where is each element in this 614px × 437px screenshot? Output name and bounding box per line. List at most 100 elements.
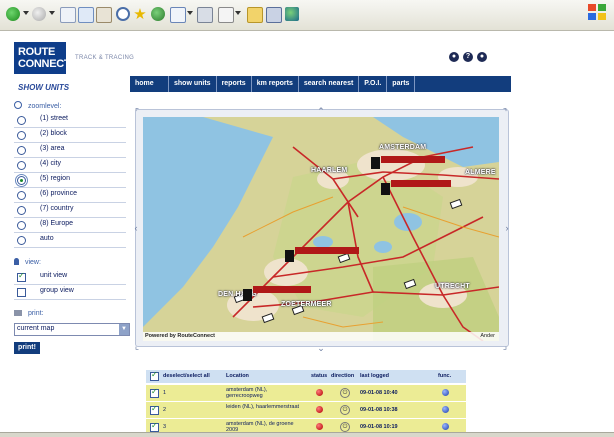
view-option[interactable]: unit view xyxy=(14,270,126,285)
vehicle-marker[interactable] xyxy=(381,183,390,195)
print-icon[interactable] xyxy=(197,7,213,23)
view-label: view: xyxy=(24,259,41,266)
folder-icon[interactable] xyxy=(247,7,263,23)
print-button[interactable]: print! xyxy=(14,342,40,354)
row-location: leiden (NL), haarlemmerstraat xyxy=(226,404,300,410)
edit-icon[interactable] xyxy=(218,7,234,23)
function-icon[interactable] xyxy=(442,406,449,413)
zoom-radio[interactable] xyxy=(17,161,26,170)
zoom-radio[interactable] xyxy=(15,174,28,187)
header-settings-icon[interactable]: ● xyxy=(449,52,459,62)
zoom-option[interactable]: auto xyxy=(14,233,126,248)
row-number: 3 xyxy=(163,424,167,430)
print-select[interactable]: current map ▼ xyxy=(14,323,130,336)
zoom-radio[interactable] xyxy=(17,206,26,215)
stop-icon[interactable] xyxy=(60,7,76,23)
favorites-icon[interactable]: ★ xyxy=(133,7,147,22)
zoom-option-label: (3) area xyxy=(40,145,65,152)
zoom-option[interactable]: (3) area xyxy=(14,143,126,158)
home-icon[interactable] xyxy=(96,7,112,23)
nav-item-show-units[interactable]: show units xyxy=(169,76,217,92)
history-icon[interactable] xyxy=(151,7,165,21)
header-last-logged: last logged xyxy=(360,373,390,379)
pan-downleft-icon[interactable]: ⌞ xyxy=(133,342,141,351)
zoom-option[interactable]: (2) block xyxy=(14,128,126,143)
zoom-radio[interactable] xyxy=(17,191,26,200)
research-icon[interactable] xyxy=(266,7,282,23)
logo-line-1: ROUTE xyxy=(18,46,56,58)
route-connect-logo[interactable]: ROUTE CONNECT xyxy=(14,42,71,74)
view-checkbox[interactable] xyxy=(17,288,26,297)
row-checkbox[interactable] xyxy=(150,404,159,415)
vehicle-label[interactable] xyxy=(253,286,311,293)
function-icon[interactable] xyxy=(442,389,449,396)
zoom-radio[interactable] xyxy=(17,221,26,230)
zoom-radio[interactable] xyxy=(17,116,26,125)
header-help-icon[interactable]: ? xyxy=(463,52,473,62)
table-row[interactable]: 2 leiden (NL), haarlemmerstraat ⏻ 09-01-08 … xyxy=(146,401,466,418)
select-all-checkbox[interactable] xyxy=(150,370,159,381)
function-icon[interactable] xyxy=(442,423,449,430)
pan-right-icon[interactable]: › xyxy=(503,224,511,233)
pan-up-icon[interactable]: ⌃ xyxy=(317,107,325,116)
zoom-option[interactable]: (4) city xyxy=(14,158,126,173)
vehicle-label[interactable] xyxy=(295,247,359,254)
zoom-radio[interactable] xyxy=(17,131,26,140)
pan-left-icon[interactable]: ‹ xyxy=(132,224,140,233)
zoom-option-label: (7) country xyxy=(40,205,74,212)
pan-upleft-icon[interactable]: ⌜ xyxy=(133,108,141,117)
print-label: print: xyxy=(27,310,44,317)
view-option[interactable]: group view xyxy=(14,285,126,300)
nav-item-p-o-i[interactable]: P.O.I. xyxy=(359,76,388,92)
view-heading: view: xyxy=(14,258,41,266)
nav-item-search-nearest[interactable]: search nearest xyxy=(299,76,360,92)
zoom-option[interactable]: (1) street xyxy=(14,113,126,128)
forward-dropdown-icon[interactable] xyxy=(49,11,55,15)
zoom-radio[interactable] xyxy=(17,236,26,245)
view-checkbox[interactable] xyxy=(17,271,26,282)
back-dropdown-icon[interactable] xyxy=(23,11,29,15)
edit-dropdown-icon[interactable] xyxy=(235,11,241,15)
print-select-value: current map xyxy=(17,325,55,332)
zoom-option-label: (8) Europe xyxy=(40,220,74,227)
vehicle-marker[interactable] xyxy=(243,289,252,301)
back-icon[interactable] xyxy=(6,7,20,21)
vehicle-marker[interactable] xyxy=(371,157,380,169)
pan-down-icon[interactable]: ⌄ xyxy=(317,344,325,353)
header-select[interactable]: deselect/select all xyxy=(163,373,210,379)
zoom-option[interactable]: (8) Europe xyxy=(14,218,126,233)
zoom-option[interactable]: (6) province xyxy=(14,188,126,203)
chevron-down-icon[interactable]: ▼ xyxy=(119,324,129,335)
header-logout-icon[interactable]: ● xyxy=(477,52,487,62)
pan-upright-icon[interactable]: ⌝ xyxy=(501,108,509,117)
vehicle-marker[interactable] xyxy=(285,250,294,262)
tagline: TRACK & TRACING xyxy=(75,55,135,61)
nav-item-parts[interactable]: parts xyxy=(387,76,416,92)
messenger-icon[interactable] xyxy=(285,7,299,21)
zoom-option[interactable]: (7) country xyxy=(14,203,126,218)
map-view[interactable]: AMSTERDAM ALMERE HAARLEM DEN HAAG ZOETERMEER… xyxy=(143,117,499,341)
mail-icon[interactable] xyxy=(170,7,186,23)
map-city-label: AMSTERDAM xyxy=(379,144,427,151)
nav-item-home[interactable]: home xyxy=(130,76,169,92)
vehicle-label[interactable] xyxy=(381,156,445,163)
search-icon[interactable] xyxy=(116,7,130,21)
forward-icon[interactable] xyxy=(32,7,46,21)
mail-dropdown-icon[interactable] xyxy=(187,11,193,15)
direction-icon: ⏻ xyxy=(340,405,350,415)
refresh-icon[interactable] xyxy=(78,7,94,23)
row-checkbox[interactable] xyxy=(150,421,159,432)
nav-item-km-reports[interactable]: km reports xyxy=(252,76,299,92)
vehicle-label[interactable] xyxy=(391,180,451,187)
map-footer-right: Ander xyxy=(480,333,495,339)
nav-item-reports[interactable]: reports xyxy=(217,76,252,92)
map-city-label: ZOETERMEER xyxy=(281,301,332,308)
row-checkbox[interactable] xyxy=(150,387,159,398)
status-icon xyxy=(316,423,323,430)
zoom-option-label: auto xyxy=(40,235,54,242)
zoom-option[interactable]: (5) region xyxy=(14,173,126,188)
zoom-radio[interactable] xyxy=(17,146,26,155)
table-row[interactable]: 1 amsterdam (NL), gerrecroopweg ⏻ 09-01-08 … xyxy=(146,384,466,401)
pan-downright-icon[interactable]: ⌟ xyxy=(501,342,509,351)
logo-line-2: CONNECT xyxy=(18,58,71,70)
